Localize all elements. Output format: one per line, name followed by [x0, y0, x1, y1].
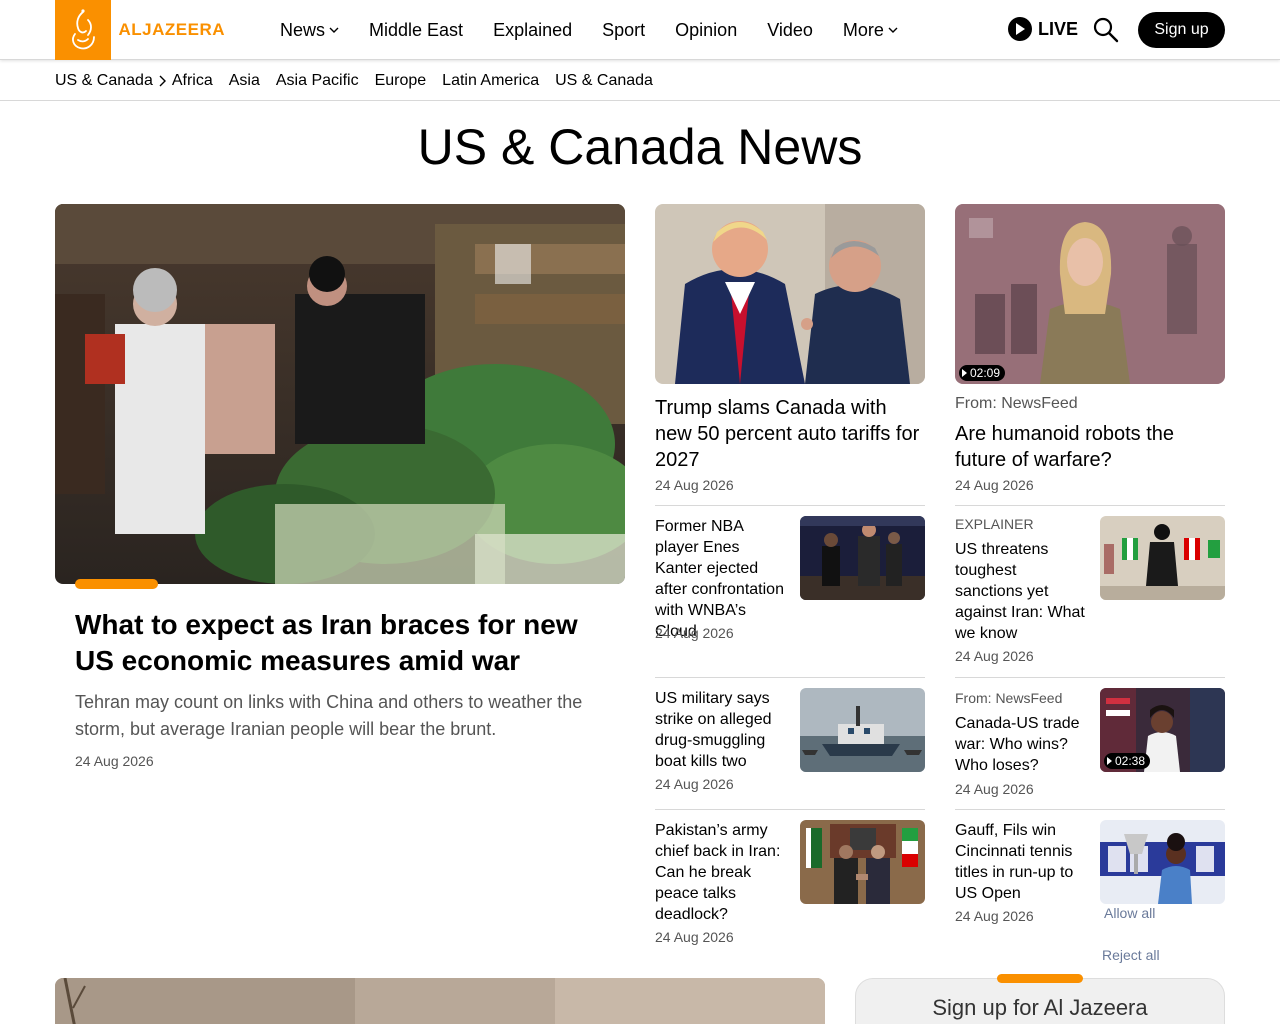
- nav-opinion[interactable]: Opinion: [675, 20, 737, 41]
- video-duration-badge: 02:38: [1104, 753, 1151, 769]
- chevron-right-icon: [159, 75, 166, 86]
- list-item-title-gauff-fils[interactable]: Gauff, Fils win Cincinnati tennis titles…: [955, 820, 1087, 904]
- nav-video[interactable]: Video: [767, 20, 813, 41]
- card-headline-auto-tariffs[interactable]: Trump slams Canada with new 50 percent a…: [655, 395, 925, 473]
- list-item-title-trade-war[interactable]: Canada-US trade war: Who wins? Who loses…: [955, 713, 1087, 776]
- nav-news[interactable]: News: [280, 20, 339, 41]
- thumb-basketball[interactable]: [800, 516, 925, 600]
- video-duration-badge: 02:09: [959, 365, 1006, 381]
- play-icon: [1008, 17, 1032, 41]
- logo-calligraphy-icon: [55, 0, 112, 60]
- signup-button[interactable]: Sign up: [1138, 12, 1225, 48]
- list-item-kicker: From: NewsFeed: [955, 690, 1063, 706]
- list-item-title-boat-strike[interactable]: US military says strike on alleged drug-…: [655, 688, 787, 772]
- chevron-down-icon: [888, 27, 898, 33]
- video-duration: 02:38: [1115, 754, 1146, 768]
- nav-more[interactable]: More: [843, 20, 898, 41]
- newsletter-accent-bar: [997, 974, 1083, 983]
- main-nav: News Middle East Explained Sport Opinion…: [280, 0, 928, 60]
- section-subnav: US & Canada Africa Asia Asia Pacific Eur…: [0, 61, 1280, 101]
- list-item-date: 24 Aug 2026: [955, 648, 1034, 664]
- subnav-africa[interactable]: Africa: [172, 72, 213, 90]
- search-icon[interactable]: [1092, 16, 1120, 44]
- nav-news-label: News: [280, 19, 326, 40]
- chevron-down-icon: [329, 27, 339, 33]
- divider: [955, 505, 1225, 506]
- list-item-date: 24 Aug 2026: [955, 781, 1034, 797]
- feature-headline[interactable]: What to expect as Iran braces for new US…: [75, 607, 605, 679]
- divider: [655, 809, 925, 810]
- subnav-us-canada[interactable]: US & Canada: [555, 72, 653, 90]
- play-icon: [962, 369, 967, 377]
- card-headline-robots[interactable]: Are humanoid robots the future of warfar…: [955, 421, 1225, 473]
- nav-video-label: Video: [767, 19, 813, 40]
- subnav-europe[interactable]: Europe: [375, 72, 427, 90]
- nav-sport[interactable]: Sport: [602, 20, 645, 41]
- list-item-date: 24 Aug 2026: [955, 908, 1034, 924]
- subnav-asia[interactable]: Asia: [229, 72, 260, 90]
- subnav-asia-pacific[interactable]: Asia Pacific: [276, 72, 359, 90]
- feature-date: 24 Aug 2026: [75, 753, 154, 769]
- card-date: 24 Aug 2026: [655, 477, 734, 493]
- nav-middle-east-label: Middle East: [369, 19, 464, 40]
- subnav-latin-america[interactable]: Latin America: [442, 72, 539, 90]
- card-image-trump-carney[interactable]: [655, 204, 925, 384]
- list-item-date: 24 Aug 2026: [655, 625, 734, 641]
- live-button[interactable]: LIVE: [1008, 17, 1078, 41]
- divider: [655, 677, 925, 678]
- card-video-robots[interactable]: 02:09: [955, 204, 1225, 384]
- divider: [955, 809, 1225, 810]
- card-date: 24 Aug 2026: [955, 477, 1034, 493]
- thumb-handshake[interactable]: [800, 820, 925, 904]
- divider: [955, 677, 1225, 678]
- list-item-date: 24 Aug 2026: [655, 776, 734, 792]
- card-source: From: NewsFeed: [955, 395, 1078, 412]
- aljazeera-logo[interactable]: ALJAZEERA: [55, 0, 225, 60]
- video-duration: 02:09: [970, 366, 1001, 380]
- nav-middle-east[interactable]: Middle East: [369, 20, 463, 41]
- logo-wordmark: ALJAZEERA: [118, 20, 225, 39]
- newsletter-title: Sign up for Al Jazeera: [932, 995, 1148, 1020]
- list-item-date: 24 Aug 2026: [655, 929, 734, 945]
- breadcrumb: US & Canada: [55, 72, 169, 90]
- thumb-video-trade-war[interactable]: 02:38: [1100, 688, 1225, 772]
- feature-image-market[interactable]: [55, 204, 625, 584]
- divider: [655, 505, 925, 506]
- bottom-feature-image[interactable]: [55, 978, 825, 1024]
- nav-opinion-label: Opinion: [675, 19, 738, 40]
- live-label: LIVE: [1038, 18, 1079, 39]
- list-item-title-sanctions[interactable]: US threatens toughest sanctions yet agai…: [955, 539, 1087, 644]
- list-item-title-pakistan[interactable]: Pakistan’s army chief back in Iran: Can …: [655, 820, 787, 925]
- nav-sport-label: Sport: [602, 19, 646, 40]
- play-icon: [1107, 757, 1112, 765]
- breadcrumb-current[interactable]: US & Canada: [55, 72, 153, 90]
- thumb-mural[interactable]: [1100, 516, 1225, 600]
- thumb-tennis[interactable]: [1100, 820, 1225, 904]
- cookie-allow-all-link[interactable]: Allow all: [1104, 905, 1155, 921]
- cookie-reject-all-link[interactable]: Reject all: [1102, 947, 1160, 963]
- feature-summary: Tehran may count on links with China and…: [75, 692, 583, 739]
- list-item-kicker: EXPLAINER: [955, 516, 1034, 532]
- nav-explained-label: Explained: [493, 19, 573, 40]
- page-title: US & Canada News: [417, 119, 863, 175]
- nav-explained[interactable]: Explained: [493, 20, 572, 41]
- feature-accent-bar: [75, 579, 158, 589]
- site-header: ALJAZEERA News Middle East Explained Spo…: [0, 0, 1280, 60]
- nav-more-label: More: [842, 19, 884, 40]
- thumb-boat[interactable]: [800, 688, 925, 772]
- list-item-title-kanter[interactable]: Former NBA player Enes Kanter ejected af…: [655, 516, 787, 642]
